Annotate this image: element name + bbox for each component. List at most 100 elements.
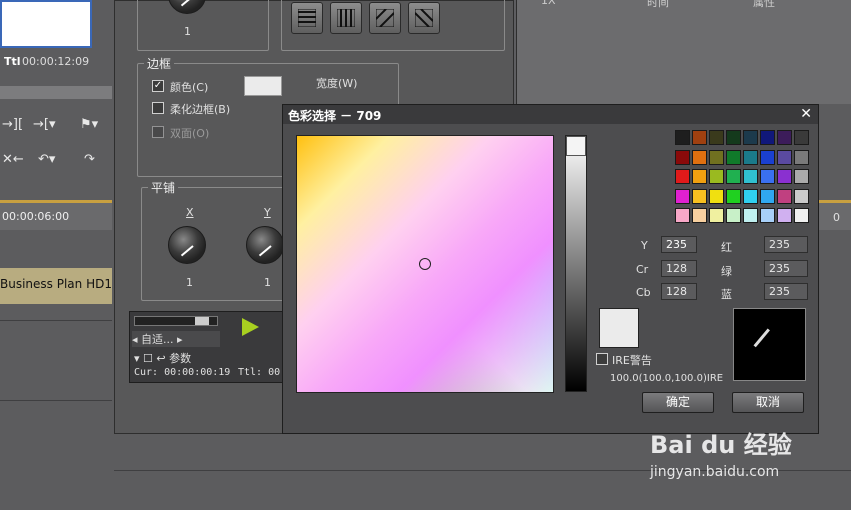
fit-mode-dropdown[interactable]: ◂ 自适... ▸ [132, 331, 220, 347]
field-red-input[interactable]: 235 [764, 236, 808, 253]
field-cb-label: Cb [636, 286, 651, 299]
play-icon[interactable] [242, 318, 259, 336]
color-swatch[interactable] [726, 169, 741, 184]
color-swatch[interactable] [777, 188, 792, 204]
field-red-label: 红 [721, 241, 732, 254]
eyedropper-button[interactable] [733, 308, 806, 381]
color-swatch[interactable] [692, 130, 707, 145]
color-swatch[interactable] [794, 208, 809, 223]
close-icon[interactable]: ✕ [800, 106, 812, 122]
top-knob[interactable] [168, 0, 206, 14]
color-swatch[interactable] [692, 149, 707, 165]
redo-icon[interactable]: ↷ [84, 152, 95, 167]
color-swatch[interactable] [726, 130, 741, 145]
clip-label: Business Plan HD1080 [0, 277, 112, 291]
info-col-1: 1X [541, 0, 556, 7]
border-color-swatch[interactable] [244, 76, 282, 96]
ruler-right-label: 0 [833, 211, 840, 224]
field-blue-input[interactable]: 235 [764, 283, 808, 300]
color-swatch[interactable] [760, 130, 775, 145]
tile-title: 平铺 [148, 179, 179, 196]
color-spectrum[interactable] [296, 135, 554, 393]
field-y-input[interactable]: 235 [661, 236, 697, 253]
param-label: 参数 [169, 352, 192, 365]
undo-icon[interactable]: ↶▾ [38, 152, 55, 167]
color-checkbox[interactable]: ✓ [152, 80, 164, 92]
in-point-icon[interactable]: →][ [2, 117, 23, 132]
param-row: ▾ ☐ ↩ 参数 [134, 352, 192, 365]
cut-icon[interactable]: ✕← [2, 152, 24, 167]
color-swatch[interactable] [760, 208, 775, 223]
color-picker-dialog: 色彩选择 － 709 ✕ Y 235 Cr 128 Cb 128 红 235 绿… [282, 104, 819, 434]
ok-button[interactable]: 确定 [642, 392, 714, 413]
color-swatch[interactable] [743, 208, 758, 223]
cancel-button[interactable]: 取消 [732, 392, 804, 413]
field-cr-label: Cr [636, 263, 649, 276]
color-swatch[interactable] [794, 149, 809, 165]
spectrum-cursor[interactable] [419, 258, 431, 270]
tile-x-knob[interactable] [168, 226, 206, 264]
marker-icon[interactable]: ⚑▾ [80, 117, 98, 132]
color-swatch[interactable] [726, 149, 741, 165]
color-swatch[interactable] [675, 130, 690, 145]
color-swatch[interactable] [760, 169, 775, 184]
pattern-vertical-button[interactable] [330, 2, 362, 34]
color-swatch[interactable] [777, 130, 792, 145]
ttl-label: Ttl [4, 55, 21, 68]
tile-y-knob[interactable] [246, 226, 284, 264]
color-swatch[interactable] [794, 130, 809, 145]
watermark-url: jingyan.baidu.com [650, 464, 780, 480]
tile-y-value: 1 [264, 276, 271, 289]
double-side-label: 双面(O) [170, 127, 210, 140]
color-swatch[interactable] [709, 188, 724, 204]
luminance-slider[interactable] [565, 135, 587, 392]
current-color-preview [599, 308, 639, 348]
ttl-time: 00:00:12:09 [22, 55, 90, 68]
color-swatch[interactable] [675, 188, 690, 204]
pattern-horizontal-button[interactable] [291, 2, 323, 34]
color-swatch[interactable] [726, 188, 741, 204]
tile-group: 平铺 X 1 Y 1 [141, 179, 291, 301]
color-swatch[interactable] [709, 149, 724, 165]
color-swatch[interactable] [794, 169, 809, 184]
info-col-2: 时间 [647, 0, 669, 9]
baidu-watermark: Bai du 经验 jingyan.baidu.com [650, 425, 820, 495]
color-swatch[interactable] [760, 149, 775, 165]
position-bar[interactable] [0, 86, 112, 99]
cur-time: Cur: 00:00:00:19 [134, 367, 231, 378]
ire-warning-checkbox[interactable] [596, 353, 608, 365]
color-swatch[interactable] [709, 169, 724, 184]
out-point-icon[interactable]: →[▾ [33, 117, 56, 132]
preview-slider[interactable] [134, 316, 218, 326]
color-swatch[interactable] [675, 208, 690, 223]
color-swatch[interactable] [777, 169, 792, 184]
pattern-diagonal-button[interactable] [369, 2, 401, 34]
color-swatch[interactable] [709, 130, 724, 145]
color-swatch[interactable] [692, 208, 707, 223]
color-swatch[interactable] [675, 169, 690, 184]
color-swatch[interactable] [743, 130, 758, 145]
color-swatch[interactable] [777, 208, 792, 223]
pattern-back-diagonal-button[interactable] [408, 2, 440, 34]
border-title: 边框 [144, 55, 175, 72]
field-green-label: 绿 [721, 265, 732, 278]
color-swatch[interactable] [692, 169, 707, 184]
color-swatch[interactable] [743, 169, 758, 184]
color-swatch[interactable] [692, 188, 707, 204]
color-swatch[interactable] [777, 149, 792, 165]
color-swatch[interactable] [760, 188, 775, 204]
field-cr-input[interactable]: 128 [661, 260, 697, 277]
ire-value: 100.0(100.0,100.0)IRE [610, 373, 724, 384]
color-swatch[interactable] [743, 149, 758, 165]
soft-border-checkbox[interactable] [152, 102, 164, 114]
field-cb-input[interactable]: 128 [661, 283, 697, 300]
color-swatch[interactable] [794, 188, 809, 204]
color-swatch[interactable] [743, 188, 758, 204]
watermark-brand: Bai du 经验 [650, 431, 792, 459]
color-swatch[interactable] [709, 208, 724, 223]
pattern-group [281, 0, 505, 51]
field-blue-label: 蓝 [721, 288, 732, 301]
color-swatch[interactable] [726, 208, 741, 223]
color-swatch[interactable] [675, 149, 690, 165]
field-green-input[interactable]: 235 [764, 260, 808, 277]
